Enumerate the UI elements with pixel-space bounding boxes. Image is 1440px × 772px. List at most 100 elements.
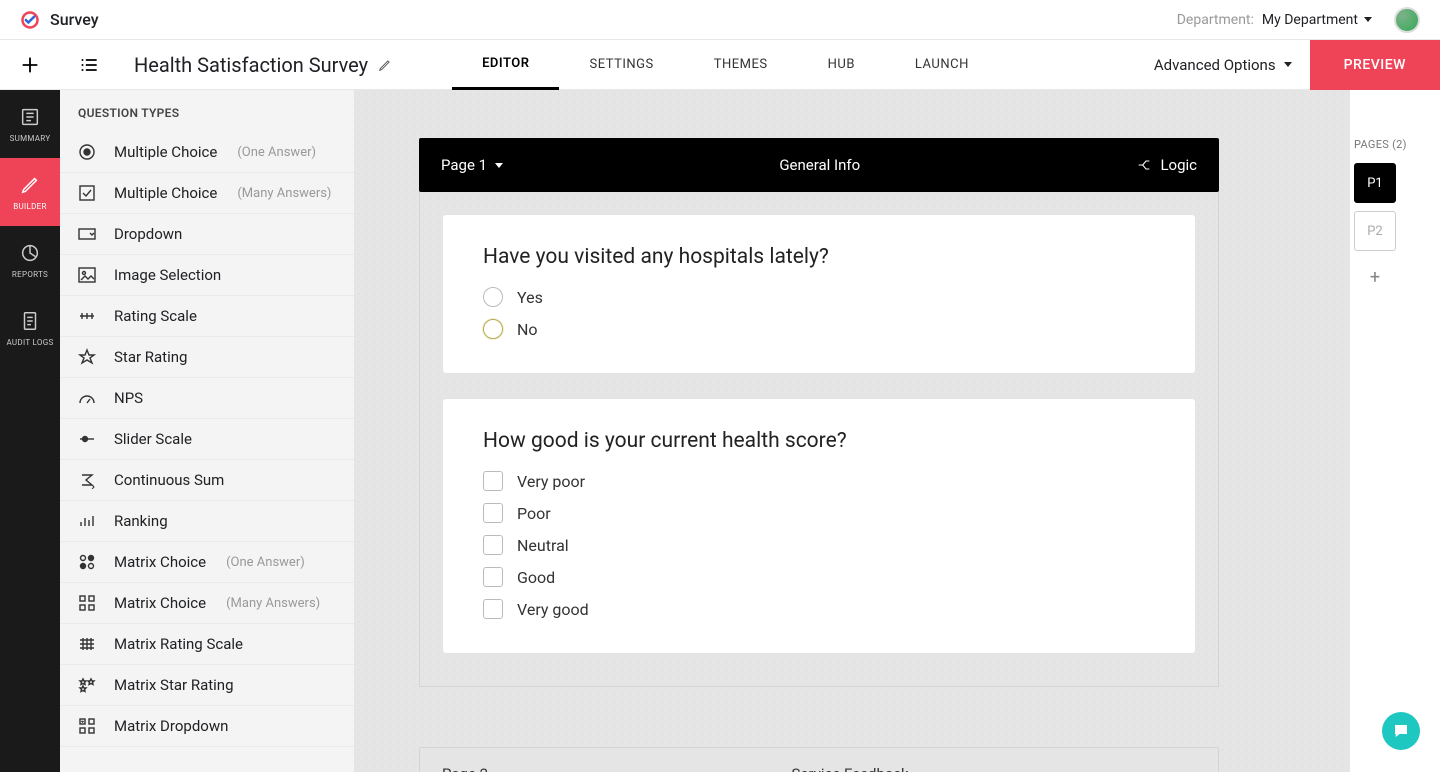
matrix-rating-icon — [78, 635, 96, 653]
checkbox-icon — [483, 599, 503, 619]
image-icon — [78, 266, 96, 284]
chat-icon — [1392, 722, 1410, 740]
main-tabs: EDITORSETTINGSTHEMESHUBLAUNCH — [452, 40, 999, 90]
page-logic-button[interactable]: Logic — [1136, 156, 1197, 174]
matrix-check-icon — [78, 594, 96, 612]
survey-title[interactable]: Health Satisfaction Survey — [120, 53, 406, 77]
answer-option[interactable]: Poor — [483, 503, 1155, 523]
checkbox-icon — [483, 471, 503, 491]
list-toggle-button[interactable] — [60, 40, 120, 90]
help-fab[interactable] — [1382, 712, 1420, 750]
subheader: Health Satisfaction Survey EDITORSETTING… — [0, 40, 1440, 90]
page-number-dropdown[interactable]: Page 2 — [442, 765, 504, 772]
page-block-1: Page 1General InfoLogic Have you visited … — [419, 138, 1219, 687]
sidebar-item-reports[interactable]: REPORTS — [0, 226, 60, 294]
tab-settings[interactable]: SETTINGS — [559, 40, 683, 90]
chevron-down-icon — [495, 163, 503, 168]
dropdown-icon — [78, 225, 96, 243]
gauge-icon — [78, 389, 96, 407]
qtype-matrix-dropdown[interactable]: Matrix Dropdown — [60, 706, 354, 747]
answer-option[interactable]: No — [483, 319, 1155, 339]
page-title[interactable]: General Info — [503, 156, 1136, 174]
qtype-matrix-choice-one-answer[interactable]: Matrix Choice(One Answer) — [60, 542, 354, 583]
question-title: How good is your current health score? — [483, 429, 1155, 453]
department-select[interactable]: My Department — [1262, 12, 1372, 28]
pencil-icon — [378, 58, 392, 72]
page-thumb-p1[interactable]: P1 — [1354, 163, 1396, 203]
reports-icon — [19, 242, 41, 264]
checkbox-icon — [483, 567, 503, 587]
page-number-dropdown[interactable]: Page 1 — [441, 156, 503, 174]
add-button[interactable] — [0, 40, 60, 90]
ranking-icon — [78, 512, 96, 530]
builder-icon — [19, 174, 41, 196]
question-types-panel: QUESTION TYPES Multiple Choice(One Answe… — [60, 90, 355, 772]
qtype-multiple-choice-many-answers[interactable]: Multiple Choice(Many Answers) — [60, 173, 354, 214]
page-header[interactable]: Page 1General InfoLogic — [419, 138, 1219, 192]
matrix-dropdown-icon — [78, 717, 96, 735]
radio-icon — [483, 319, 503, 339]
tab-launch[interactable]: LAUNCH — [885, 40, 999, 90]
user-avatar[interactable] — [1394, 7, 1420, 33]
answer-option[interactable]: Neutral — [483, 535, 1155, 555]
left-sidebar: SUMMARYBUILDERREPORTSAUDIT LOGS — [0, 90, 60, 772]
rating-icon — [78, 307, 96, 325]
answer-option[interactable]: Very poor — [483, 471, 1155, 491]
top-header: Survey Department: My Department — [0, 0, 1440, 40]
sidebar-item-audit-logs[interactable]: AUDIT LOGS — [0, 294, 60, 362]
pages-panel: PAGES (2) P1 P2 + — [1350, 90, 1440, 772]
tab-themes[interactable]: THEMES — [684, 40, 798, 90]
logic-icon — [1136, 157, 1152, 173]
app-name: Survey — [50, 10, 99, 29]
sidebar-item-summary[interactable]: SUMMARY — [0, 90, 60, 158]
question-card[interactable]: How good is your current health score? Ve… — [442, 398, 1196, 654]
preview-button[interactable]: PREVIEW — [1310, 40, 1440, 90]
page-body: Have you visited any hospitals lately? Ye… — [419, 192, 1219, 687]
matrix-star-icon — [78, 676, 96, 694]
checkbox-icon — [483, 503, 503, 523]
audit-icon — [19, 310, 41, 332]
checkbox-icon — [483, 535, 503, 555]
qtype-star-rating[interactable]: Star Rating — [60, 337, 354, 378]
qtype-dropdown[interactable]: Dropdown — [60, 214, 354, 255]
advanced-options[interactable]: Advanced Options — [1136, 56, 1310, 74]
summary-icon — [19, 106, 41, 128]
plus-icon — [20, 55, 40, 75]
qtype-slider-scale[interactable]: Slider Scale — [60, 419, 354, 460]
matrix-radio-icon — [78, 553, 96, 571]
question-types-header: QUESTION TYPES — [60, 90, 354, 132]
chevron-down-icon — [1364, 17, 1372, 22]
checkbox-icon — [78, 184, 96, 202]
answer-option[interactable]: Very good — [483, 599, 1155, 619]
qtype-matrix-rating-scale[interactable]: Matrix Rating Scale — [60, 624, 354, 665]
question-title: Have you visited any hospitals lately? — [483, 245, 1155, 269]
qtype-rating-scale[interactable]: Rating Scale — [60, 296, 354, 337]
list-icon — [80, 55, 100, 75]
answer-option[interactable]: Good — [483, 567, 1155, 587]
qtype-multiple-choice-one-answer[interactable]: Multiple Choice(One Answer) — [60, 132, 354, 173]
radio-dot-icon — [78, 143, 96, 161]
tab-hub[interactable]: HUB — [798, 40, 885, 90]
qtype-matrix-choice-many-answers[interactable]: Matrix Choice(Many Answers) — [60, 583, 354, 624]
sum-icon — [78, 471, 96, 489]
page-title[interactable]: Service Feedback — [504, 765, 1196, 772]
slider-icon — [78, 430, 96, 448]
qtype-nps[interactable]: NPS — [60, 378, 354, 419]
tab-editor[interactable]: EDITOR — [452, 40, 559, 90]
add-page-button[interactable]: + — [1354, 259, 1396, 295]
sidebar-item-builder[interactable]: BUILDER — [0, 158, 60, 226]
answer-option[interactable]: Yes — [483, 287, 1155, 307]
page-block-2: Page 2Service Feedback — [419, 747, 1219, 772]
app-logo-icon — [20, 10, 40, 30]
editor-canvas[interactable]: Page 1General InfoLogic Have you visited … — [355, 90, 1350, 772]
department-label: Department: — [1177, 12, 1254, 28]
qtype-ranking[interactable]: Ranking — [60, 501, 354, 542]
page-header[interactable]: Page 2Service Feedback — [419, 747, 1219, 772]
chevron-down-icon — [1284, 62, 1292, 67]
qtype-image-selection[interactable]: Image Selection — [60, 255, 354, 296]
page-thumb-p2[interactable]: P2 — [1354, 211, 1396, 251]
qtype-matrix-star-rating[interactable]: Matrix Star Rating — [60, 665, 354, 706]
question-card[interactable]: Have you visited any hospitals lately? Ye… — [442, 214, 1196, 374]
qtype-continuous-sum[interactable]: Continuous Sum — [60, 460, 354, 501]
pages-count-label: PAGES (2) — [1354, 138, 1440, 151]
